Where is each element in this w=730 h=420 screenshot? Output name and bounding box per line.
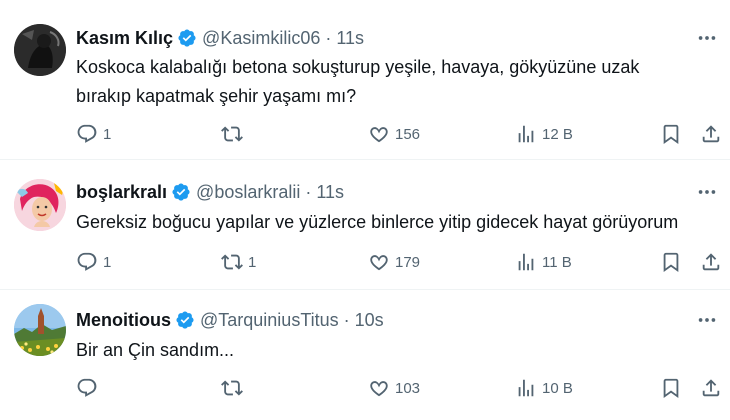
repost-button[interactable] <box>221 121 248 147</box>
action-bar: 1 156 12 B <box>74 121 724 147</box>
tweet-header: Kasım Kılıç @Kasimkilic06 · 11s <box>76 26 364 50</box>
separator-dot: · <box>343 309 350 330</box>
views-button[interactable]: 11 B <box>515 249 572 275</box>
tweet-header: boşlarkralı @boslarkralii · 11s <box>76 180 344 204</box>
bookmark-icon <box>660 377 682 399</box>
share-button[interactable] <box>700 375 722 401</box>
like-icon <box>368 123 390 145</box>
share-button[interactable] <box>700 249 722 275</box>
reply-button[interactable]: 1 <box>76 121 111 147</box>
share-icon <box>700 377 722 399</box>
views-count: 10 B <box>542 379 573 397</box>
display-name[interactable]: Menoitious <box>76 310 171 331</box>
like-icon <box>368 377 390 399</box>
more-icon[interactable] <box>694 310 720 330</box>
tweet-header: Menoitious @TarquiniusTitus · 10s <box>76 308 384 332</box>
like-count: 156 <box>395 125 421 143</box>
user-handle[interactable]: @Kasimkilic06 <box>202 28 320 49</box>
bookmark-button[interactable] <box>660 121 682 147</box>
verified-badge-icon <box>177 28 197 48</box>
display-name[interactable]: Kasım Kılıç <box>76 28 173 49</box>
like-count: 103 <box>395 379 421 397</box>
tweet-text: Gereksiz boğucu yapılar ve yüzlerce binl… <box>76 208 716 237</box>
timestamp[interactable]: 11s <box>316 182 344 203</box>
share-icon <box>700 251 722 273</box>
display-name[interactable]: boşlarkralı <box>76 182 167 203</box>
user-handle[interactable]: @TarquiniusTitus <box>200 310 339 331</box>
bookmark-icon <box>660 251 682 273</box>
views-icon <box>515 123 537 145</box>
reply-count: 1 <box>103 253 112 271</box>
user-handle[interactable]: @boslarkralii <box>196 182 300 203</box>
share-icon <box>700 123 722 145</box>
repost-icon <box>221 251 243 273</box>
avatar[interactable] <box>14 304 66 356</box>
tweet-text-line: Gereksiz boğucu yapılar ve yüzlerce binl… <box>76 212 679 232</box>
tweet-text-line: bırakıp kapatmak şehir yaşamı mı? <box>76 86 357 106</box>
reply-icon <box>76 251 98 273</box>
more-icon[interactable] <box>694 182 720 202</box>
tweet-text: Koskoca kalabalığı betona sokuşturup yeş… <box>76 53 716 111</box>
timestamp[interactable]: 10s <box>355 310 384 331</box>
like-button[interactable]: 179 <box>368 249 420 275</box>
views-count: 11 B <box>542 253 572 271</box>
views-icon <box>515 377 537 399</box>
like-icon <box>368 251 390 273</box>
tweet[interactable]: boşlarkralı @boslarkralii · 11s Gereksiz… <box>0 160 730 289</box>
verified-badge-icon <box>171 182 191 202</box>
avatar[interactable] <box>14 179 66 231</box>
repost-count: 1 <box>248 253 257 271</box>
views-icon <box>515 251 537 273</box>
bookmark-icon <box>660 123 682 145</box>
avatar[interactable] <box>14 24 66 76</box>
tweet[interactable]: Kasım Kılıç @Kasimkilic06 · 11s Koskoca … <box>0 0 730 159</box>
views-count: 12 B <box>542 125 573 143</box>
tweet-text-line: Bir an Çin sandım... <box>76 340 235 360</box>
action-bar: 1 1 179 11 B <box>74 249 724 275</box>
separator-dot: · <box>325 27 332 48</box>
reply-count: 1 <box>103 125 112 143</box>
repost-button[interactable] <box>221 375 248 401</box>
reply-icon <box>76 123 98 145</box>
separator-dot: · <box>305 181 312 202</box>
like-count: 179 <box>395 253 421 271</box>
repost-button[interactable]: 1 <box>221 249 256 275</box>
reply-icon <box>76 377 98 399</box>
views-button[interactable]: 12 B <box>515 121 573 147</box>
share-button[interactable] <box>700 121 722 147</box>
tweet-text-line: Koskoca kalabalığı betona sokuşturup yeş… <box>76 57 640 77</box>
bookmark-button[interactable] <box>660 249 682 275</box>
tweet[interactable]: Menoitious @TarquiniusTitus · 10s Bir an… <box>0 290 730 420</box>
verified-badge-icon <box>175 310 195 330</box>
like-button[interactable]: 156 <box>368 121 420 147</box>
repost-icon <box>221 123 243 145</box>
repost-icon <box>221 377 243 399</box>
views-button[interactable]: 10 B <box>515 375 573 401</box>
reply-button[interactable] <box>76 375 103 401</box>
reply-button[interactable]: 1 <box>76 249 111 275</box>
timestamp[interactable]: 11s <box>336 28 364 49</box>
like-button[interactable]: 103 <box>368 375 420 401</box>
tweet-text: Bir an Çin sandım... <box>76 336 716 365</box>
action-bar: 103 10 B <box>74 375 724 401</box>
more-icon[interactable] <box>694 28 720 48</box>
bookmark-button[interactable] <box>660 375 682 401</box>
